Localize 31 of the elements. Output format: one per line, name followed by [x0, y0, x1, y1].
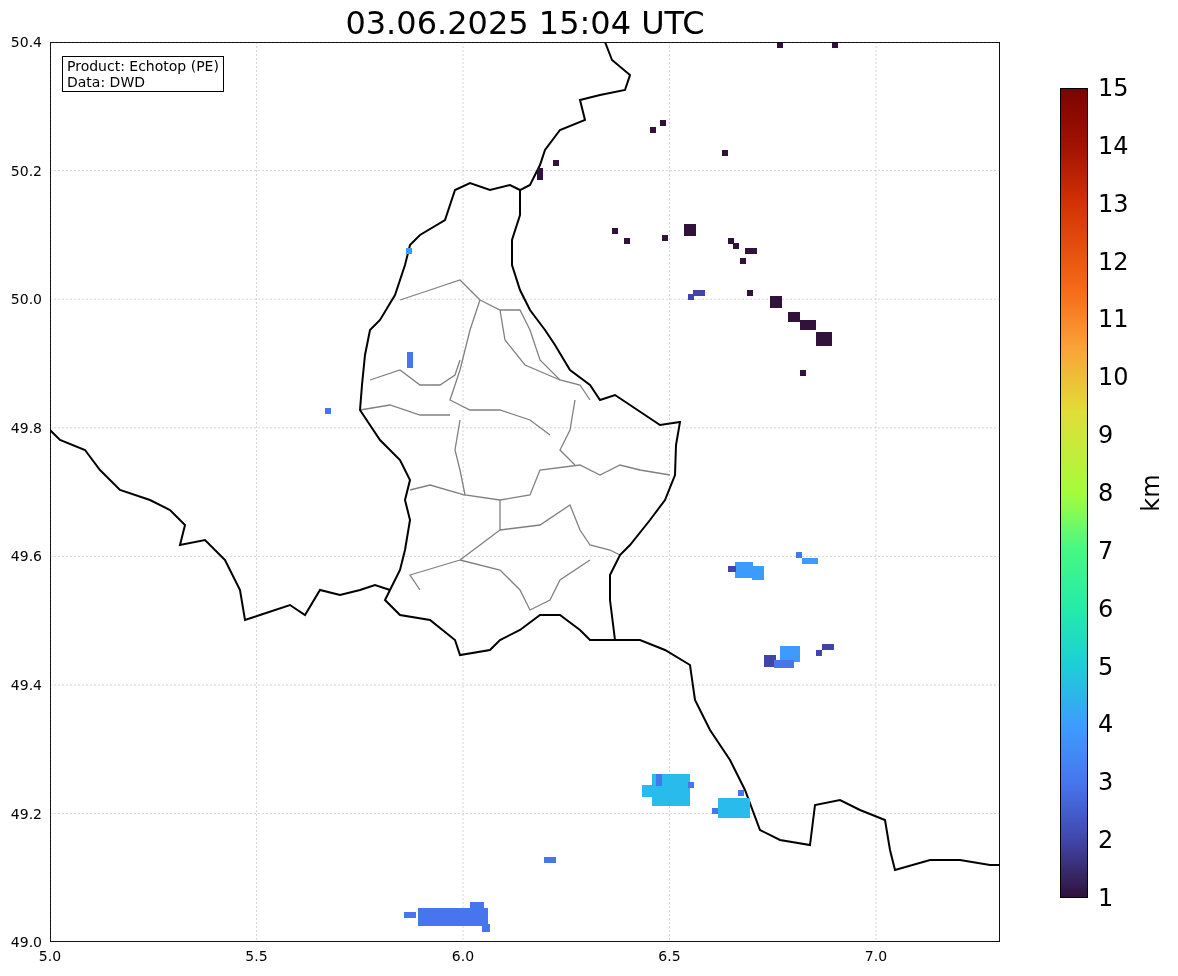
y-tick-label: 50.0	[10, 291, 42, 308]
colorbar-tick-label: 12	[1098, 247, 1129, 276]
y-tick-label: 50.2	[10, 162, 42, 179]
colorbar-tick-label: 6	[1098, 594, 1114, 623]
info-box: Product: Echotop (PE) Data: DWD	[62, 56, 224, 92]
colorbar-tick-label: 8	[1098, 479, 1114, 507]
x-tick-label: 5.0	[38, 948, 62, 964]
colorbar-label: km	[1136, 474, 1165, 512]
y-tick-label: 49.6	[10, 548, 42, 565]
y-tick-label: 49.0	[10, 934, 42, 951]
colorbar-tick-label: 15	[1098, 74, 1129, 102]
chart-title: 03.06.2025 15:04 UTC	[344, 3, 706, 42]
y-tick-label: 49.8	[10, 419, 42, 436]
y-tick-label: 49.2	[10, 805, 42, 822]
colorbar-tick-label: 13	[1098, 189, 1129, 218]
colorbar-tick-label: 5	[1098, 652, 1114, 681]
colorbar-tick-label: 14	[1098, 131, 1129, 160]
y-tick-label: 49.4	[10, 677, 42, 693]
y-tick-label: 50.4	[10, 34, 42, 50]
colorbar-tick-label: 3	[1098, 768, 1114, 797]
colorbar-tick-label: 9	[1098, 421, 1114, 450]
colorbar-tick-label: 7	[1098, 536, 1114, 565]
colorbar-tick-label: 11	[1098, 305, 1129, 334]
x-tick-label: 7.0	[864, 948, 888, 964]
x-tick-label: 6.5	[658, 948, 681, 964]
colorbar-tick-label: 10	[1098, 363, 1129, 392]
x-tick-label: 5.5	[245, 948, 268, 964]
x-tick-label: 6.0	[451, 948, 475, 964]
colorbar-tick-label: 4	[1098, 710, 1114, 739]
colorbar-tick-label: 1	[1098, 884, 1114, 912]
colorbar-tick-label: 2	[1098, 826, 1114, 855]
